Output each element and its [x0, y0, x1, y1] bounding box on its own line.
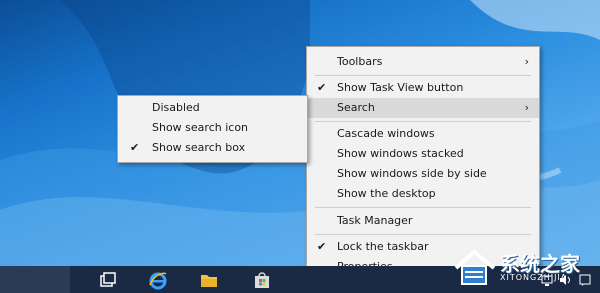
checkmark-icon: ✔	[130, 141, 140, 154]
menu-item-label: Task Manager	[337, 214, 413, 227]
menu-item-label: Cascade windows	[337, 127, 435, 140]
menu-item-show-task-view-button[interactable]: ✔ Show Task View button	[307, 78, 539, 98]
checkmark-icon: ✔	[317, 240, 327, 253]
menu-item-label: Show windows side by side	[337, 167, 487, 180]
menu-separator	[315, 121, 531, 122]
store-icon[interactable]	[252, 270, 272, 290]
chevron-right-icon: ›	[524, 55, 529, 68]
menu-item-label: Show windows stacked	[337, 147, 464, 160]
submenu-item-label: Disabled	[152, 101, 200, 114]
menu-separator	[315, 75, 531, 76]
submenu-item-disabled[interactable]: Disabled	[118, 98, 307, 118]
menu-item-label: Lock the taskbar	[337, 240, 429, 253]
menu-item-show-windows-stacked[interactable]: Show windows stacked	[307, 144, 539, 164]
menu-item-label: Toolbars	[337, 55, 383, 68]
submenu-item-label: Show search box	[152, 141, 246, 154]
submenu-item-show-search-box[interactable]: ✔ Show search box	[118, 138, 307, 158]
menu-item-label: Show Task View button	[337, 81, 464, 94]
menu-item-show-the-desktop[interactable]: Show the desktop	[307, 184, 539, 204]
checkmark-icon: ✔	[317, 81, 327, 94]
menu-item-task-manager[interactable]: Task Manager	[307, 211, 539, 231]
menu-item-label: Search	[337, 101, 375, 114]
menu-item-search[interactable]: Search ›	[307, 98, 539, 118]
watermark-subtitle: XITONGZHIJIA	[500, 273, 568, 282]
submenu-item-label: Show search icon	[152, 121, 249, 134]
search-submenu: Disabled Show search icon ✔ Show search …	[117, 95, 308, 163]
menu-separator	[315, 234, 531, 235]
menu-separator	[315, 207, 531, 208]
menu-item-cascade-windows[interactable]: Cascade windows	[307, 124, 539, 144]
menu-item-label: Show the desktop	[337, 187, 436, 200]
menu-item-show-windows-side-by-side[interactable]: Show windows side by side	[307, 164, 539, 184]
chevron-right-icon: ›	[524, 101, 529, 114]
submenu-item-show-search-icon[interactable]: Show search icon	[118, 118, 307, 138]
taskbar-search-area[interactable]	[0, 266, 70, 293]
site-watermark: 系统之家 XITONGZHIJIA	[452, 246, 598, 290]
task-view-icon[interactable]	[98, 270, 118, 290]
internet-explorer-icon[interactable]	[148, 270, 168, 290]
watermark-logo-icon	[454, 249, 496, 285]
file-explorer-icon[interactable]	[199, 270, 219, 290]
menu-item-toolbars[interactable]: Toolbars ›	[307, 52, 539, 72]
